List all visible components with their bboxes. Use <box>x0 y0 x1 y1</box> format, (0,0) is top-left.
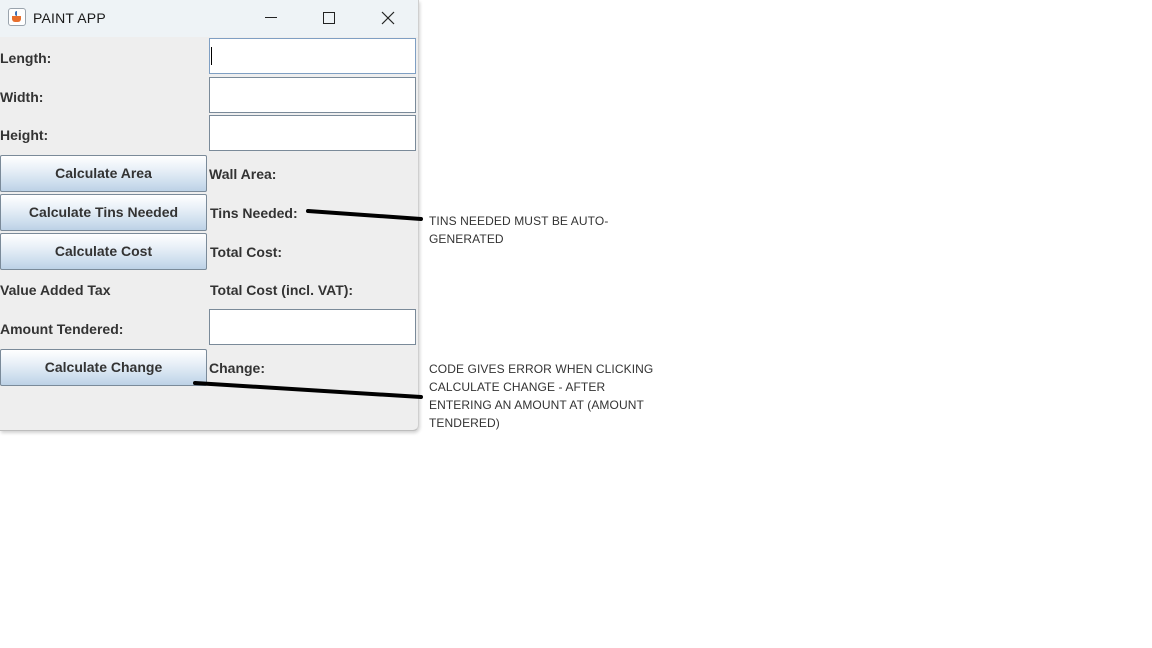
annotation-tins-needed: TINS NEEDED MUST BE AUTO-GENERATED <box>429 214 609 246</box>
screen: PAINT APP Length: Width: Height: Calcula… <box>0 0 1152 648</box>
tins-annotation-line <box>306 209 423 221</box>
annotation-lines <box>193 209 423 399</box>
annotation-change-error: CODE GIVES ERROR WHEN CLICKING CALCULATE… <box>429 362 654 430</box>
change-annotation-line <box>193 381 423 399</box>
